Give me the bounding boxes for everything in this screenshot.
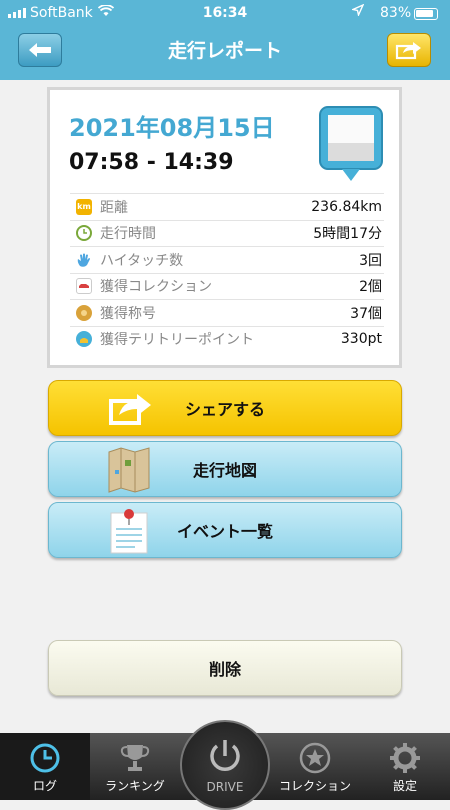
report-card: 2021年08月15日 07:58 - 14:39 km 距離 236.84km… — [47, 87, 402, 368]
tab-settings-label: 設定 — [392, 779, 417, 793]
globe-icon — [76, 331, 92, 348]
star-circle-icon — [299, 742, 331, 774]
drive-map-button-label: 走行地図 — [192, 461, 257, 480]
status-bar: SoftBank 16:34 83% — [0, 0, 450, 26]
map-icon — [108, 447, 150, 493]
km-icon: km — [76, 198, 92, 215]
drive-button-label: DRIVE — [206, 780, 244, 794]
car-icon — [76, 278, 92, 295]
tab-settings[interactable]: 設定 — [360, 733, 450, 800]
stat-value: 330pt — [340, 331, 382, 348]
stat-label: 距離 — [100, 199, 128, 216]
delete-button[interactable]: 削除 — [48, 640, 402, 696]
tab-ranking[interactable]: ランキング — [90, 733, 180, 800]
tab-log[interactable]: ログ — [0, 733, 90, 800]
map-pin-icon — [319, 106, 383, 181]
stat-value: 37個 — [350, 305, 382, 322]
hand-icon — [76, 252, 92, 268]
report-date: 2021年08月15日 — [69, 114, 275, 142]
stat-value: 5時間17分 — [313, 226, 382, 243]
stat-row: 獲得称号 37個 — [70, 299, 384, 326]
report-stats: km 距離 236.84km 走行時間 5時間17分 ハイタッチ数 3回 獲得コ… — [70, 193, 384, 352]
share-header-button[interactable] — [387, 33, 431, 67]
event-list-button[interactable]: イベント一覧 — [48, 502, 402, 558]
medal-icon — [76, 304, 92, 321]
drive-button[interactable]: DRIVE — [180, 720, 270, 810]
stat-row: 獲得コレクション 2個 — [70, 272, 384, 300]
stat-label: 獲得テリトリーポイント — [100, 332, 254, 349]
delete-button-label: 削除 — [208, 660, 241, 679]
stat-value: 3回 — [359, 252, 382, 269]
power-icon — [210, 740, 240, 771]
tab-collection[interactable]: コレクション — [270, 733, 360, 800]
stat-row: ハイタッチ数 3回 — [70, 246, 384, 273]
stat-value: 236.84km — [311, 198, 382, 215]
report-time-range: 07:58 - 14:39 — [69, 150, 234, 175]
battery-percent: 83% — [380, 5, 412, 21]
share-button[interactable]: シェアする — [48, 380, 402, 436]
share-icon — [109, 394, 151, 425]
stat-value: 2個 — [359, 279, 382, 296]
tab-ranking-label: ランキング — [105, 779, 165, 793]
clock-icon — [76, 225, 92, 242]
page-title: 走行レポート — [167, 40, 282, 62]
stat-row: 走行時間 5時間17分 — [70, 219, 384, 247]
trophy-icon — [120, 745, 150, 771]
drive-map-button[interactable]: 走行地図 — [48, 441, 402, 497]
stat-row: 獲得テリトリーポイント 330pt — [70, 325, 384, 353]
share-icon — [395, 42, 421, 60]
share-button-label: シェアする — [184, 400, 265, 419]
header-bar: SoftBank 16:34 83% 走行レポート — [0, 0, 450, 80]
tab-log-label: ログ — [32, 779, 57, 793]
stat-label: 獲得コレクション — [100, 279, 212, 296]
tab-collection-label: コレクション — [278, 779, 351, 793]
memo-pin-icon — [110, 509, 148, 554]
stat-label: ハイタッチ数 — [100, 252, 184, 269]
gear-icon — [390, 743, 420, 773]
stat-label: 走行時間 — [100, 226, 156, 243]
stat-label: 獲得称号 — [100, 305, 156, 322]
event-list-button-label: イベント一覧 — [176, 522, 273, 541]
location-arrow-icon — [350, 3, 365, 20]
battery-icon — [414, 8, 438, 20]
clock-icon — [30, 743, 60, 773]
stat-row: km 距離 236.84km — [70, 193, 384, 220]
